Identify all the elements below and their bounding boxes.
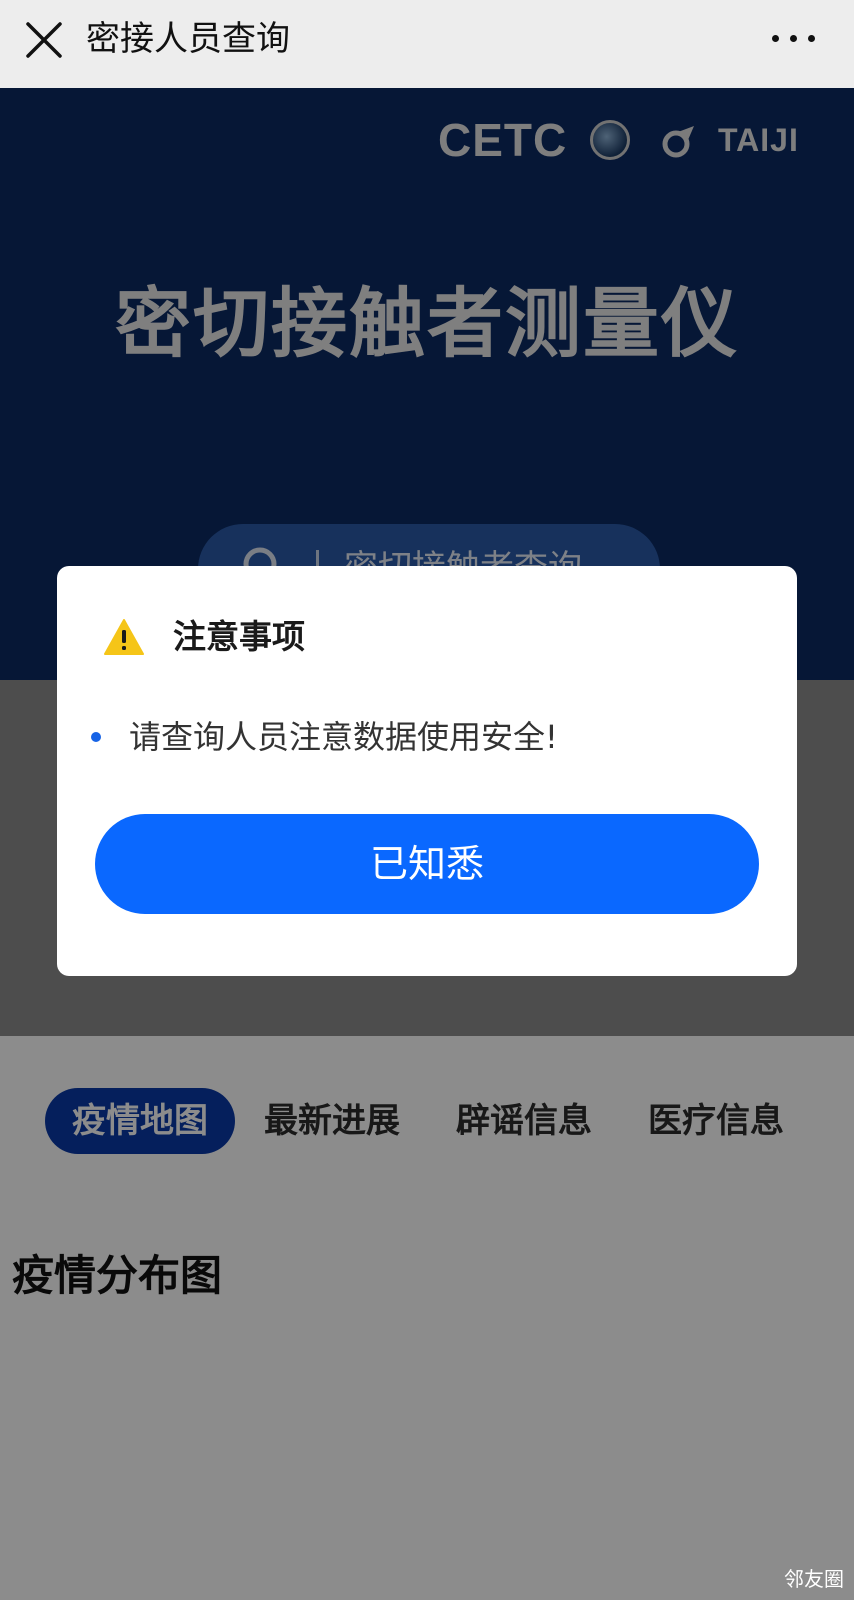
top-bar: 密接人员查询 <box>0 0 854 88</box>
notice-dialog: 注意事项 请查询人员注意数据使用安全! 已知悉 <box>57 566 797 976</box>
watermark: 邻友圈 <box>784 1567 844 1591</box>
close-button[interactable] <box>22 18 66 62</box>
more-options-button[interactable] <box>764 20 824 56</box>
more-dot-icon <box>808 35 815 42</box>
dialog-message: 请查询人员注意数据使用安全! <box>129 718 558 756</box>
bullet-dot-icon <box>91 732 101 742</box>
more-dot-icon <box>772 35 779 42</box>
acknowledge-button[interactable]: 已知悉 <box>95 814 759 914</box>
page-title: 密接人员查询 <box>86 19 290 59</box>
more-dot-icon <box>790 35 797 42</box>
dialog-title: 注意事项 <box>173 617 305 656</box>
warning-icon <box>104 619 144 655</box>
close-icon <box>26 22 62 58</box>
